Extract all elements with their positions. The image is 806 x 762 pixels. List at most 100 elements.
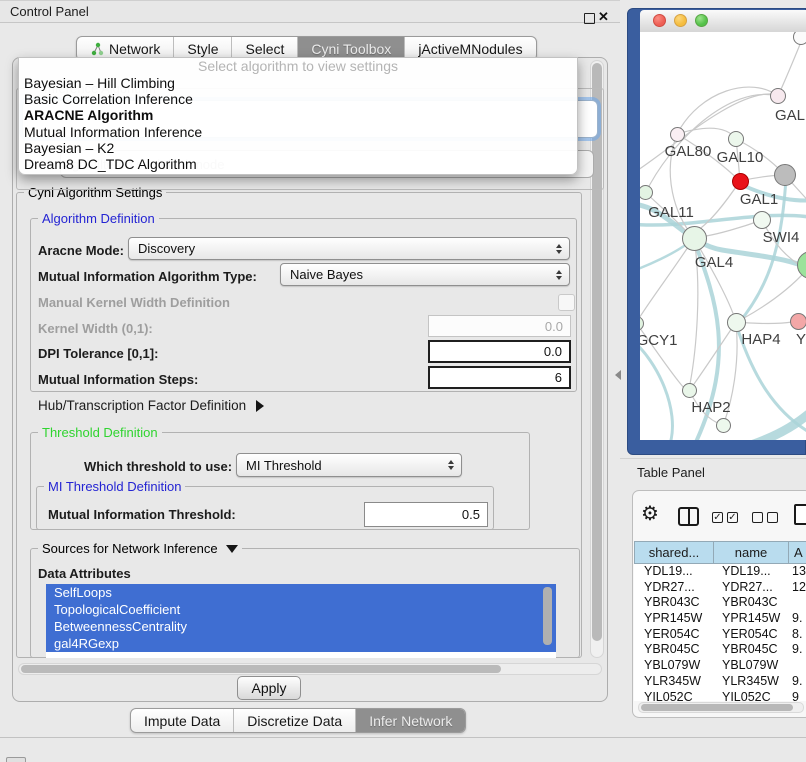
checked-checkbox-icon[interactable]: ✓ <box>712 512 723 523</box>
network-window-titlebar[interactable] <box>640 10 806 33</box>
network-canvas[interactable]: GALGAL80GAL10GAL1GAL11SWI4GAL4GCY1HAP4YH… <box>640 32 806 440</box>
column-header-shared-name[interactable]: shared... <box>634 541 714 564</box>
manual-kernel-checkbox[interactable] <box>558 294 575 311</box>
network-node[interactable] <box>793 32 806 45</box>
tab-network-label: Network <box>109 41 160 57</box>
column-header-partial[interactable]: A <box>788 541 806 564</box>
dropdown-item-selected[interactable]: ARACNE Algorithm <box>19 107 577 123</box>
table-row[interactable]: YIL052CYIL052C9 <box>634 690 806 702</box>
node-label: GAL4 <box>695 254 733 271</box>
tab-discretize-data[interactable]: Discretize Data <box>233 709 355 732</box>
minimize-traffic-light[interactable] <box>674 14 687 27</box>
mi-threshold-input[interactable]: 0.5 <box>364 502 488 527</box>
network-node[interactable] <box>774 164 796 186</box>
table-cell: 12 <box>792 580 806 596</box>
network-node[interactable] <box>728 131 744 147</box>
attribute-item[interactable]: BetweennessCentrality <box>46 618 556 635</box>
kernel-width-input[interactable]: 0.0 <box>428 315 571 337</box>
node-label: GCY1 <box>640 332 677 349</box>
table-cell: YPR145W <box>644 611 702 627</box>
unchecked-checkbox-icon[interactable] <box>752 512 763 523</box>
attribute-item[interactable]: SelfLoops <box>46 584 556 601</box>
hub-definition-label: Hub/Transcription Factor Definition <box>38 398 246 413</box>
table-row[interactable]: YDL19...YDL19...13 <box>634 564 806 580</box>
table-cell: 13 <box>792 564 806 580</box>
unchecked-checkbox-icon[interactable] <box>767 512 778 523</box>
table-cell: YBL079W <box>722 658 778 674</box>
attribute-list-scrollbar[interactable] <box>543 587 552 645</box>
table-cell: YER054C <box>644 627 700 643</box>
apply-button[interactable]: Apply <box>237 676 301 700</box>
close-icon[interactable]: ✕ <box>598 9 609 25</box>
network-node[interactable] <box>716 418 731 433</box>
mi-algorithm-type-value: Naive Bayes <box>290 267 363 282</box>
network-node[interactable] <box>753 211 771 229</box>
which-threshold-label: Which threshold to use: <box>84 459 232 474</box>
dropdown-item[interactable]: Dream8 DC_TDC Algorithm <box>19 156 577 172</box>
tab-impute-data-label: Impute Data <box>144 713 220 729</box>
attribute-item[interactable]: TopologicalCoefficient <box>46 601 556 618</box>
which-threshold-value: MI Threshold <box>246 458 322 473</box>
network-node[interactable] <box>640 185 653 200</box>
network-node[interactable] <box>682 226 707 251</box>
table-cell: YDR27... <box>722 580 773 596</box>
table-cell: 9. <box>792 611 802 627</box>
close-traffic-light[interactable] <box>653 14 666 27</box>
node-label: GAL10 <box>717 149 764 166</box>
table-row[interactable]: YBL079WYBL079W <box>634 658 806 674</box>
stepper-arrows-icon <box>556 244 562 254</box>
splitter-collapse-icon[interactable] <box>610 370 621 380</box>
network-node[interactable] <box>770 88 786 104</box>
network-node[interactable] <box>670 127 685 142</box>
table-cell: YBR043C <box>644 595 700 611</box>
table-row[interactable]: YDR27...YDR27...12 <box>634 580 806 596</box>
tab-jactivemnodules-label: jActiveMNodules <box>418 41 522 57</box>
column-header-label: name <box>735 545 768 560</box>
hub-definition-toggle[interactable]: Hub/Transcription Factor Definition <box>38 398 264 413</box>
mi-steps-label: Mutual Information Steps: <box>38 372 198 387</box>
checked-checkbox-icon[interactable]: ✓ <box>727 512 738 523</box>
node-label: GAL1 <box>740 191 778 208</box>
table-cell: YPR145W <box>722 611 780 627</box>
table-row[interactable]: YPR145W YPR145W 9. <box>634 611 806 627</box>
tab-impute-data[interactable]: Impute Data <box>131 709 233 732</box>
column-header-label: A <box>794 545 803 560</box>
mi-algorithm-type-combo[interactable]: Naive Bayes <box>280 263 570 286</box>
which-threshold-combo[interactable]: MI Threshold <box>236 453 462 477</box>
dropdown-item[interactable]: Mutual Information Inference <box>19 124 577 140</box>
attribute-item[interactable]: gal4RGexp <box>46 635 556 652</box>
dropdown-item[interactable]: Basic Correlation Inference <box>19 91 577 107</box>
aracne-mode-combo[interactable]: Discovery <box>128 237 570 260</box>
node-label: GAL <box>775 107 805 124</box>
settings-horizontal-scrollbar-thumb[interactable] <box>21 665 501 673</box>
table-row[interactable]: YBR043CYBR043C <box>634 595 806 611</box>
network-icon <box>90 42 104 56</box>
table-row[interactable]: YER054CYER054C8. <box>634 627 806 643</box>
network-node[interactable] <box>732 173 749 190</box>
table-horizontal-scrollbar-thumb[interactable] <box>641 704 793 711</box>
node-label: GAL11 <box>648 204 694 221</box>
sources-title: Sources for Network Inference <box>42 541 218 556</box>
column-header-name[interactable]: name <box>713 541 789 564</box>
network-node[interactable] <box>790 313 806 330</box>
columns-icon[interactable] <box>678 507 699 526</box>
gear-icon[interactable]: ⚙ <box>641 504 659 524</box>
dropdown-item[interactable]: Bayesian – Hill Climbing <box>19 75 577 91</box>
mi-threshold-group-title: MI Threshold Definition <box>44 479 185 494</box>
network-node[interactable] <box>682 383 697 398</box>
zoom-traffic-light[interactable] <box>695 14 708 27</box>
network-node[interactable] <box>727 313 746 332</box>
sources-toggle[interactable]: Sources for Network Inference <box>38 541 242 556</box>
bottom-divider <box>0 737 806 738</box>
table-row[interactable]: YLR345WYLR345W9. <box>634 674 806 690</box>
tab-style-label: Style <box>187 41 218 57</box>
dropdown-item[interactable]: Bayesian – K2 <box>19 140 577 156</box>
mi-steps-input[interactable]: 6 <box>428 366 571 389</box>
tab-infer-network[interactable]: Infer Network <box>355 709 465 732</box>
table-row[interactable]: YBR045CYBR045C9. <box>634 642 806 658</box>
float-window-icon[interactable] <box>584 13 595 24</box>
dpi-tolerance-input[interactable]: 0.0 <box>428 340 571 363</box>
file-export-icon[interactable] <box>794 504 806 525</box>
bottom-left-button[interactable] <box>6 757 26 762</box>
table-cell: YLR345W <box>644 674 701 690</box>
